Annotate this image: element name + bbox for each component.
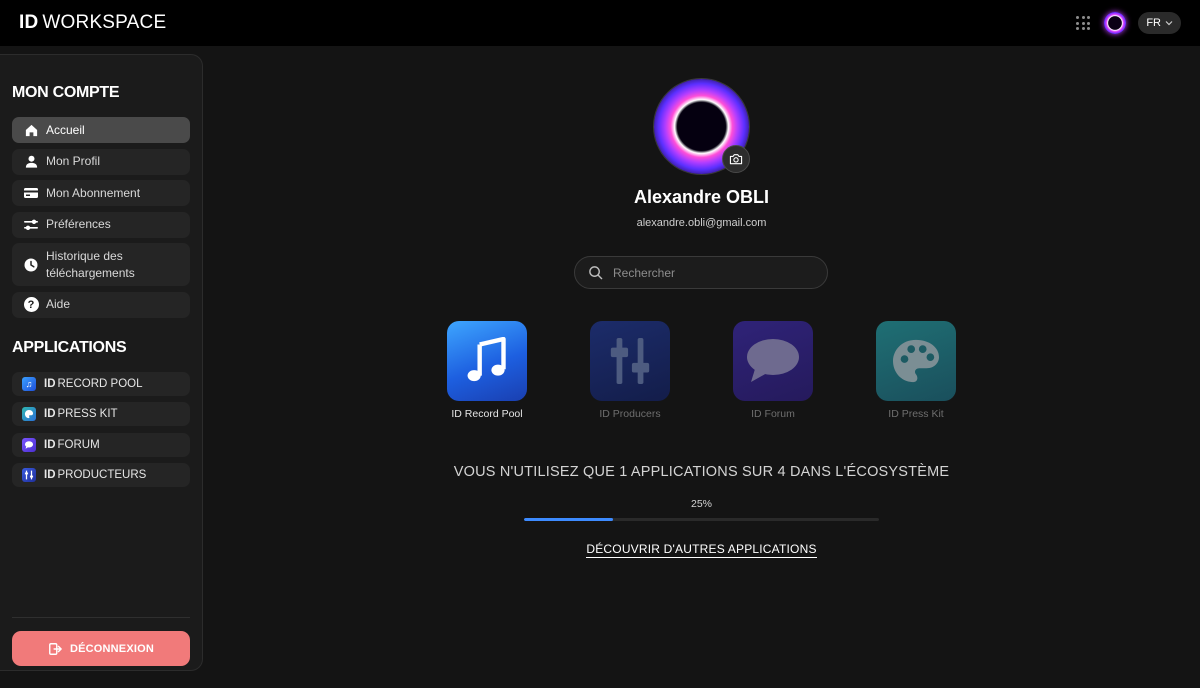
avatar[interactable] [1104, 12, 1127, 34]
logo-id: ID [19, 12, 39, 33]
applications-section-title: APPLICATIONS [12, 338, 127, 356]
app-name: ID Record Pool [451, 408, 523, 420]
sidebar-item-label: Mon Abonnement [46, 185, 141, 200]
search-bar[interactable] [574, 256, 828, 289]
account-section-title: MON COMPTE [12, 84, 120, 101]
palette-icon [22, 407, 36, 421]
top-bar: ID WORKSPACE FR [0, 0, 1200, 46]
user-email: alexandre.obli@gmail.com [636, 217, 767, 229]
credit-card-icon [23, 185, 39, 201]
music-note-icon: ♫ [22, 376, 36, 391]
mixer-icon [22, 468, 36, 482]
usage-progress-fill [524, 518, 613, 521]
usage-progress-bar [524, 518, 879, 521]
sidebar-app-producteurs[interactable]: ID PRODUCTEURS [12, 463, 190, 487]
sidebar-item-accueil[interactable]: Accueil [12, 117, 190, 143]
chat-bubble-icon [22, 437, 36, 452]
discover-apps-container: DÉCOUVRIR D'AUTRES APPLICATIONS [203, 540, 1200, 558]
sidebar-item-historique[interactable]: Historique des téléchargements [12, 243, 190, 286]
language-label: FR [1146, 17, 1161, 29]
app-name: ID Forum [751, 408, 795, 420]
sidebar-item-label: Mon Profil [46, 154, 101, 168]
app-card-record-pool[interactable]: ID Record Pool [447, 321, 527, 420]
top-right-controls: FR [1076, 12, 1181, 34]
sidebar-item-label: Préférences [46, 217, 111, 231]
main-content: Alexandre OBLI alexandre.obli@gmail.com … [203, 46, 1200, 688]
palette-icon [876, 321, 956, 401]
sidebar-item-label: Accueil [46, 122, 85, 137]
logout-button[interactable]: DÉCONNEXION [12, 631, 190, 666]
chevron-down-icon [1165, 21, 1173, 26]
sidebar-app-forum[interactable]: ID FORUM [12, 432, 190, 457]
sidebar-item-profil[interactable]: Mon Profil [12, 148, 190, 175]
app-prefix: ID [44, 438, 56, 451]
workspace-logo[interactable]: ID WORKSPACE [19, 12, 166, 34]
app-label: PRODUCTEURS [57, 469, 147, 481]
clock-icon [23, 257, 39, 273]
sidebar-divider [12, 617, 190, 618]
app-label: RECORD POOL [57, 377, 143, 390]
sidebar-item-abonnement[interactable]: Mon Abonnement [12, 180, 190, 206]
app-prefix: ID [44, 377, 56, 390]
app-prefix: ID [44, 408, 56, 420]
app-card-producers[interactable]: ID Producers [590, 321, 670, 420]
home-icon [23, 122, 39, 138]
sidebar: MON COMPTE Accueil Mon Profil Mon Abonne… [0, 54, 203, 671]
change-photo-button[interactable] [722, 145, 750, 173]
search-input[interactable] [613, 265, 813, 280]
user-icon [23, 154, 39, 170]
help-icon: ? [23, 297, 39, 313]
app-card-forum[interactable]: ID Forum [733, 321, 813, 420]
logo-workspace: WORKSPACE [42, 12, 167, 33]
grid-icon[interactable] [1076, 16, 1091, 30]
camera-icon [729, 154, 743, 165]
chat-bubble-icon [733, 321, 813, 401]
sidebar-item-label: Historique des téléchargements [46, 248, 135, 280]
search-icon [589, 266, 603, 280]
logout-icon [48, 642, 62, 655]
discover-apps-link[interactable]: DÉCOUVRIR D'AUTRES APPLICATIONS [586, 542, 817, 558]
app-label: FORUM [57, 438, 100, 451]
sliders-icon [23, 217, 39, 233]
app-name: ID Press Kit [888, 408, 944, 420]
mixer-icon [590, 321, 670, 401]
sidebar-app-record-pool[interactable]: ♫ ID RECORD POOL [12, 371, 190, 396]
sidebar-app-press-kit[interactable]: ID PRESS KIT [12, 402, 190, 426]
app-name: ID Producers [599, 408, 661, 420]
sidebar-item-label: Aide [46, 297, 71, 311]
usage-percent: 25% [690, 498, 712, 510]
sidebar-item-aide[interactable]: ? Aide [12, 291, 190, 318]
language-selector[interactable]: FR [1138, 12, 1181, 34]
user-name: Alexandre OBLI [633, 187, 770, 207]
app-prefix: ID [44, 469, 56, 481]
app-card-press-kit[interactable]: ID Press Kit [876, 321, 956, 420]
app-label: PRESS KIT [57, 408, 118, 420]
logout-label: DÉCONNEXION [69, 642, 155, 655]
sidebar-item-preferences[interactable]: Préférences [12, 211, 190, 238]
ecosystem-usage-text: VOUS N'UTILISEZ QUE 1 APPLICATIONS SUR 4… [453, 464, 950, 480]
music-note-icon [447, 321, 527, 401]
